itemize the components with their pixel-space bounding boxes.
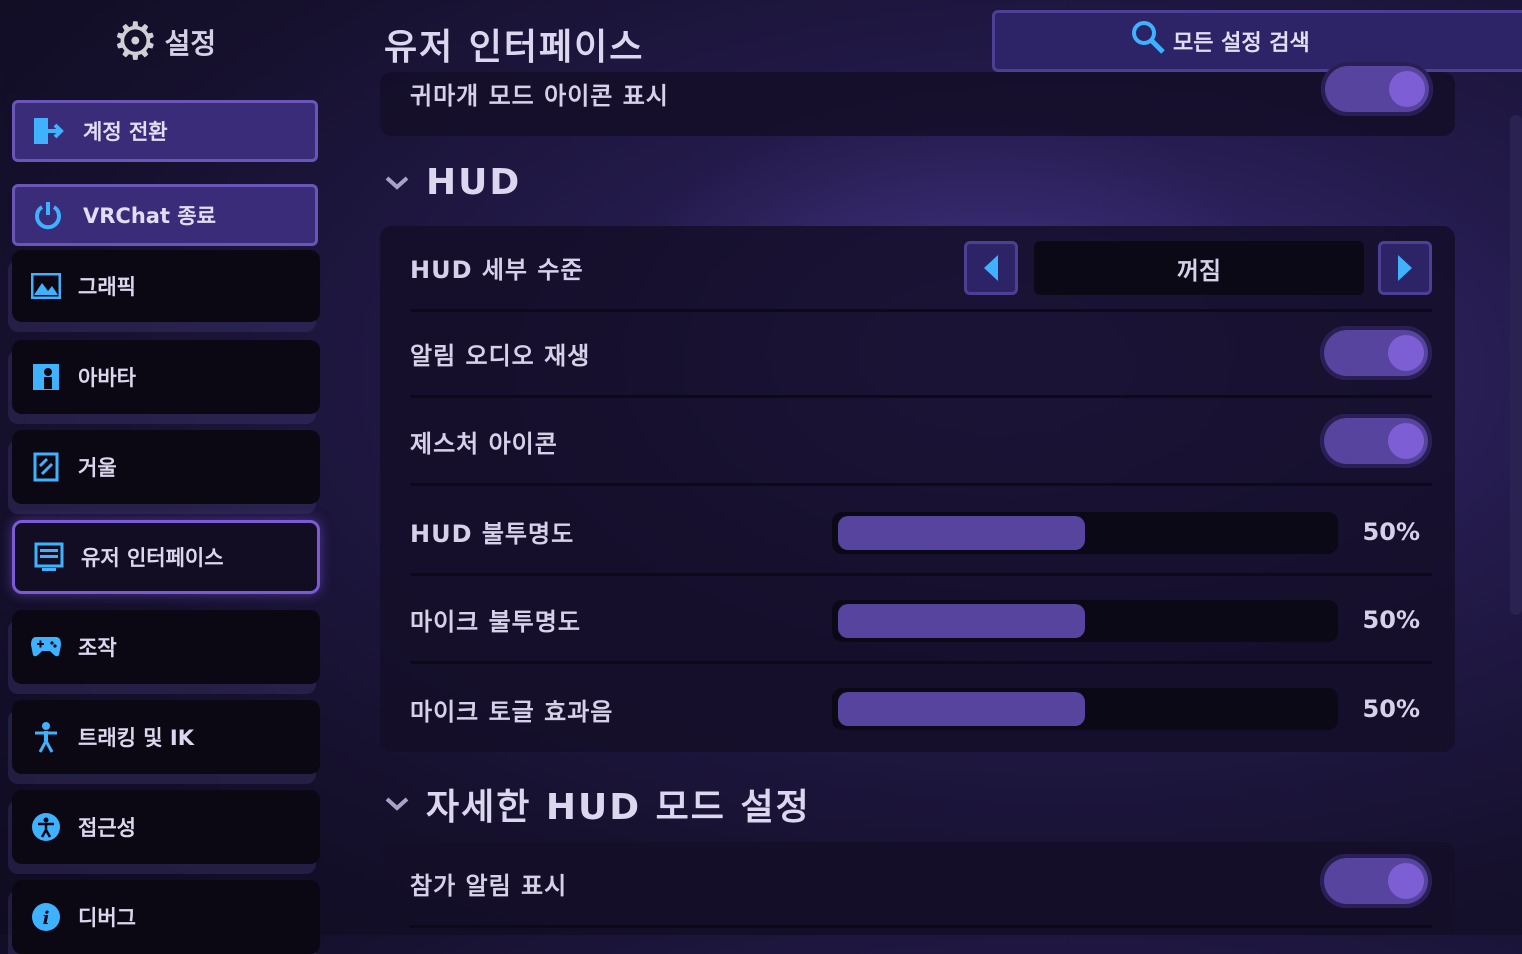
sidebar-item-debug[interactable]: i 디버그: [12, 880, 320, 954]
detail-hud-section-header[interactable]: 자세한 HUD 모드 설정: [384, 778, 811, 830]
sidebar-item-label: 디버그: [78, 906, 136, 930]
toggle-knob: [1388, 863, 1424, 899]
sidebar-item-label: 접근성: [78, 816, 136, 840]
quit-vrchat-label: VRChat 종료: [83, 204, 216, 228]
settings-logo: ⚙ 설정: [112, 16, 216, 68]
detail-hud-panel: 참가 알림 표시: [380, 842, 1455, 935]
sidebar-item-accessibility[interactable]: 접근성: [12, 790, 320, 864]
sidebar-item-label: 거울: [78, 456, 117, 480]
sidebar-title: 설정: [164, 27, 217, 60]
hud-detail-row: HUD 세부 수준 꺼짐: [410, 226, 1432, 312]
mic-opacity-slider[interactable]: [832, 600, 1338, 642]
hud-opacity-label: HUD 불투명도: [410, 520, 575, 548]
join-notification-toggle[interactable]: [1320, 854, 1432, 908]
avatar-icon: [30, 361, 62, 393]
mirror-icon: [30, 451, 62, 483]
earmuff-panel: 귀마개 모드 아이콘 표시: [380, 62, 1455, 136]
scrollbar[interactable]: [1510, 115, 1522, 615]
hud-panel: HUD 세부 수준 꺼짐 알림 오디오 재생 제스처 아이콘 HUD 불투명도 …: [380, 226, 1455, 752]
slider-fill: [838, 604, 1085, 638]
slider-fill: [838, 692, 1085, 726]
sidebar-item-controls[interactable]: 조작: [12, 610, 320, 684]
mic-toggle-sound-slider[interactable]: [832, 688, 1338, 730]
chevron-down-icon: [384, 789, 410, 819]
gesture-icon-label: 제스처 아이콘: [410, 430, 558, 458]
join-notification-row: 참가 알림 표시: [410, 842, 1432, 928]
sidebar-item-label: 트래킹 및 IK: [78, 726, 194, 750]
detail-hud-section-title: 자세한 HUD 모드 설정: [426, 787, 811, 828]
graphics-icon: [30, 270, 62, 302]
sidebar: ⚙ 설정 계정 전환 VRChat 종료 그래픽 아바타 거울 유저 인터페이스…: [0, 0, 340, 954]
earmuff-icon-label: 귀마개 모드 아이콘 표시: [410, 82, 669, 110]
quit-vrchat-button[interactable]: VRChat 종료: [12, 184, 318, 246]
sidebar-item-user-interface[interactable]: 유저 인터페이스: [12, 520, 320, 594]
search-icon: [1129, 18, 1167, 65]
ui-icon: [33, 541, 65, 573]
notification-audio-label: 알림 오디오 재생: [410, 342, 591, 370]
hud-section-title: HUD: [426, 162, 522, 203]
power-icon: [31, 198, 65, 232]
hud-opacity-slider[interactable]: [832, 512, 1338, 554]
sidebar-item-label: 조작: [78, 636, 117, 660]
chevron-down-icon: [384, 168, 410, 198]
switch-account-button[interactable]: 계정 전환: [12, 100, 318, 162]
mic-toggle-sound-label: 마이크 토글 효과음: [410, 697, 614, 726]
svg-text:i: i: [43, 908, 50, 929]
hud-opacity-row: HUD 불투명도 50%: [410, 490, 1432, 576]
gesture-icon-toggle[interactable]: [1320, 414, 1432, 468]
slider-fill: [838, 516, 1085, 550]
switch-account-label: 계정 전환: [83, 120, 168, 144]
hud-detail-value: 꺼짐: [1034, 241, 1364, 295]
gamepad-icon: [30, 631, 62, 663]
sidebar-item-label: 아바타: [78, 366, 136, 390]
switch-account-icon: [31, 114, 65, 148]
search-settings-button[interactable]: 모든 설정 검색: [992, 10, 1522, 72]
toggle-knob: [1388, 335, 1424, 371]
sidebar-item-mirror[interactable]: 거울: [12, 430, 320, 504]
info-icon: i: [30, 901, 62, 933]
hud-detail-next-button[interactable]: [1378, 241, 1432, 295]
accessibility-icon: [30, 811, 62, 843]
hud-section-header[interactable]: HUD: [384, 162, 521, 203]
hud-opacity-value: 50%: [1362, 517, 1420, 546]
mic-toggle-sound-value: 50%: [1362, 695, 1420, 723]
earmuff-icon-toggle[interactable]: [1321, 62, 1433, 116]
sidebar-item-avatar[interactable]: 아바타: [12, 340, 320, 414]
hud-detail-label: HUD 세부 수준: [410, 256, 584, 284]
sidebar-item-label: 그래픽: [78, 275, 136, 299]
notification-audio-toggle[interactable]: [1320, 326, 1432, 380]
join-notification-label: 참가 알림 표시: [410, 872, 568, 900]
mic-opacity-value: 50%: [1362, 605, 1420, 634]
page-title: 유저 인터페이스: [384, 27, 645, 68]
tracking-icon: [30, 721, 62, 753]
mic-toggle-sound-row: 마이크 토글 효과음 50%: [410, 666, 1432, 752]
toggle-knob: [1389, 71, 1425, 107]
mic-opacity-row: 마이크 불투명도 50%: [410, 578, 1432, 664]
sidebar-item-graphics[interactable]: 그래픽: [12, 250, 320, 322]
toggle-knob: [1388, 423, 1424, 459]
search-label: 모든 설정 검색: [1173, 31, 1310, 56]
notification-audio-row: 알림 오디오 재생: [410, 312, 1432, 398]
sidebar-item-label: 유저 인터페이스: [81, 546, 224, 570]
gesture-icon-row: 제스처 아이콘: [410, 400, 1432, 486]
gear-icon: ⚙: [112, 12, 159, 72]
sidebar-item-tracking-ik[interactable]: 트래킹 및 IK: [12, 700, 320, 774]
hud-detail-prev-button[interactable]: [964, 241, 1018, 295]
mic-opacity-label: 마이크 불투명도: [410, 608, 581, 636]
